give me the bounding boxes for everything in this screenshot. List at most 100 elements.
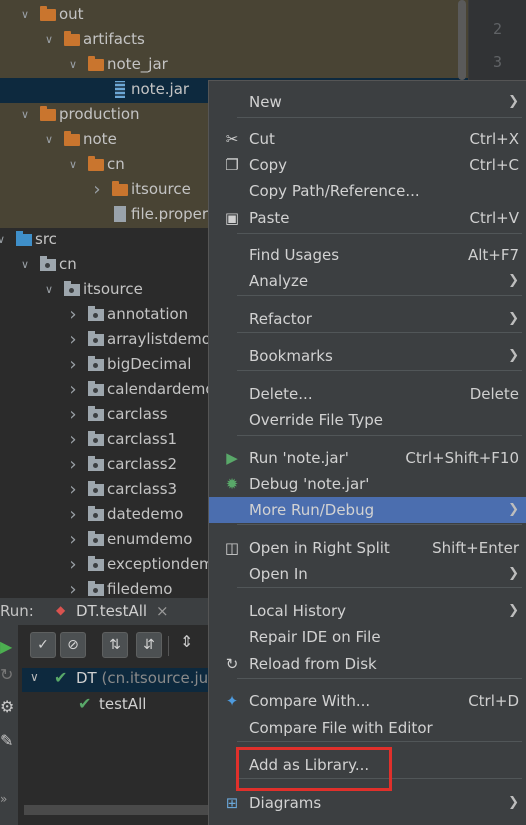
package-icon	[64, 281, 80, 296]
tree-scrollbar[interactable]	[458, 0, 466, 80]
menu-item-label: Paste	[249, 209, 290, 227]
tree-item[interactable]: › datedemo	[0, 502, 208, 527]
folder-excluded-icon	[64, 31, 80, 46]
toggle-icon[interactable]: ⚙	[0, 697, 14, 716]
chevron-right-icon[interactable]: ›	[66, 527, 80, 552]
menu-item-reload-from-disk[interactable]: ↻ Reload from Disk	[209, 651, 526, 677]
run-icon: ▶	[226, 449, 238, 467]
tree-item[interactable]: › carclass	[0, 402, 208, 427]
tree-item[interactable]: ∨ out	[0, 2, 208, 27]
menu-item-delete[interactable]: Delete... Delete	[209, 381, 526, 407]
chevron-down-icon[interactable]: ∨	[18, 252, 32, 277]
tree-item[interactable]: › carclass2	[0, 452, 208, 477]
chevron-right-icon[interactable]: ›	[66, 452, 80, 477]
chevron-down-icon[interactable]: ∨	[42, 127, 56, 152]
menu-item-label: Copy	[249, 156, 288, 174]
rerun-failed-icon[interactable]: ↻	[0, 665, 13, 684]
sort-duration-button[interactable]: ⇵	[136, 632, 162, 658]
chevron-right-icon[interactable]: ›	[66, 402, 80, 427]
chevron-down-icon[interactable]: ∨	[18, 2, 32, 27]
chevron-right-icon[interactable]: ›	[66, 302, 80, 327]
menu-item-bookmarks[interactable]: Bookmarks ❯	[209, 343, 526, 369]
menu-item-run-note-jar[interactable]: ▶ Run 'note.jar' Ctrl+Shift+F10	[209, 445, 526, 471]
tree-item[interactable]: › calendardemo	[0, 377, 208, 402]
tree-item[interactable]: note.jar	[0, 77, 208, 102]
tree-item[interactable]: ∨ cn	[0, 252, 208, 277]
menu-item-find-usages[interactable]: Find Usages Alt+F7	[209, 242, 526, 268]
close-icon[interactable]: ×	[156, 602, 169, 620]
menu-item-copy[interactable]: ❐ Copy Ctrl+C	[209, 152, 526, 178]
tree-item[interactable]: › arraylistdemo	[0, 327, 208, 352]
tree-item[interactable]: ∨ production	[0, 102, 208, 127]
menu-item-repair-ide-on-file[interactable]: Repair IDE on File	[209, 624, 526, 650]
tree-item[interactable]: ∨ itsource	[0, 277, 208, 302]
sort-alpha-button[interactable]: ⇅	[102, 632, 128, 658]
menu-item-override-file-type[interactable]: Override File Type	[209, 407, 526, 433]
settings-wrench-icon[interactable]: ✎	[0, 731, 13, 750]
tree-item[interactable]: › carclass3	[0, 477, 208, 502]
menu-item-paste[interactable]: ▣ Paste Ctrl+V	[209, 205, 526, 231]
menu-item-local-history[interactable]: Local History ❯	[209, 598, 526, 624]
menu-item-cut[interactable]: ✂ Cut Ctrl+X	[209, 126, 526, 152]
rerun-icon[interactable]: ▶	[0, 637, 12, 656]
chevron-right-icon[interactable]: ›	[66, 427, 80, 452]
menu-item-debug-note-jar[interactable]: ✹ Debug 'note.jar'	[209, 471, 526, 497]
tree-item[interactable]: ∨ cn	[0, 152, 208, 177]
tree-item[interactable]: › carclass1	[0, 427, 208, 452]
chevron-down-icon[interactable]: ∨	[18, 102, 32, 127]
menu-item-refactor[interactable]: Refactor ❯	[209, 306, 526, 332]
chevron-down-icon[interactable]: ∨	[42, 27, 56, 52]
tree-item[interactable]: › enumdemo	[0, 527, 208, 552]
tree-item[interactable]: ∨ artifacts	[0, 27, 208, 52]
menu-item-compare-with[interactable]: ✦ Compare With... Ctrl+D	[209, 688, 526, 714]
chevron-right-icon[interactable]: ›	[66, 477, 80, 502]
menu-item-label: Compare With...	[249, 692, 371, 710]
tree-item[interactable]: › exceptiondemo	[0, 552, 208, 577]
chevron-down-icon[interactable]: ∨	[42, 277, 56, 302]
chevron-right-icon[interactable]: ›	[66, 377, 80, 402]
menu-item-label: Debug 'note.jar'	[249, 475, 370, 493]
menu-item-analyze[interactable]: Analyze ❯	[209, 268, 526, 294]
tree-item-label: datedemo	[107, 505, 184, 523]
expand-icon[interactable]: »	[0, 792, 7, 806]
menu-item-label: More Run/Debug	[249, 501, 375, 519]
chevron-down-icon[interactable]: ∨	[0, 227, 8, 252]
menu-item-label: Bookmarks	[249, 347, 333, 365]
chevron-right-icon[interactable]: ›	[66, 502, 80, 527]
diagram-icon: ⊞	[225, 794, 239, 812]
menu-item-label: Repair IDE on File	[249, 628, 381, 646]
menu-item-diagrams[interactable]: ⊞ Diagrams ❯	[209, 790, 526, 816]
tab-dt-testall[interactable]: DT.testAll	[76, 602, 147, 620]
bottom-scrollbar[interactable]	[24, 805, 208, 815]
show-ignored-button[interactable]: ⊘	[60, 632, 86, 658]
tree-item[interactable]: › itsource	[0, 177, 208, 202]
chevron-right-icon[interactable]: ›	[66, 352, 80, 377]
tree-item[interactable]: ∨ src	[0, 227, 208, 252]
chevron-down-icon[interactable]: ∨	[66, 52, 80, 77]
chevron-right-icon[interactable]: ›	[66, 327, 80, 352]
chevron-down-icon[interactable]: ∨	[30, 670, 39, 684]
menu-separator	[237, 524, 522, 525]
menu-item-new[interactable]: New ❯	[209, 89, 526, 115]
expand-all-icon[interactable]: ⇕	[180, 632, 193, 651]
tree-item[interactable]: ∨ note_jar	[0, 52, 208, 77]
chevron-right-icon[interactable]: ›	[90, 177, 104, 202]
test-method[interactable]: testAll	[99, 695, 146, 713]
tree-item[interactable]: ∨ note	[0, 127, 208, 152]
folder-excluded-icon	[40, 106, 56, 121]
tree-item[interactable]: › annotation	[0, 302, 208, 327]
tree-item[interactable]: file.properties	[0, 202, 208, 227]
menu-item-open-in[interactable]: Open In ❯	[209, 561, 526, 587]
menu-item-open-in-right-split[interactable]: ◫ Open in Right Split Shift+Enter	[209, 535, 526, 561]
menu-item-more-run-debug[interactable]: More Run/Debug ❯	[209, 497, 526, 523]
menu-item-copy-path-reference[interactable]: Copy Path/Reference...	[209, 178, 526, 204]
chevron-right-icon: ❯	[508, 348, 519, 363]
chevron-right-icon[interactable]: ›	[66, 552, 80, 577]
tree-item[interactable]: › bigDecimal	[0, 352, 208, 377]
tree-item-label: note_jar	[107, 55, 168, 73]
show-passed-button[interactable]: ✓	[30, 632, 56, 658]
menu-item-compare-file-with-editor[interactable]: Compare File with Editor	[209, 715, 526, 741]
chevron-right-icon: ❯	[508, 273, 519, 288]
menu-item-label: Open In	[249, 565, 308, 583]
chevron-down-icon[interactable]: ∨	[66, 152, 80, 177]
